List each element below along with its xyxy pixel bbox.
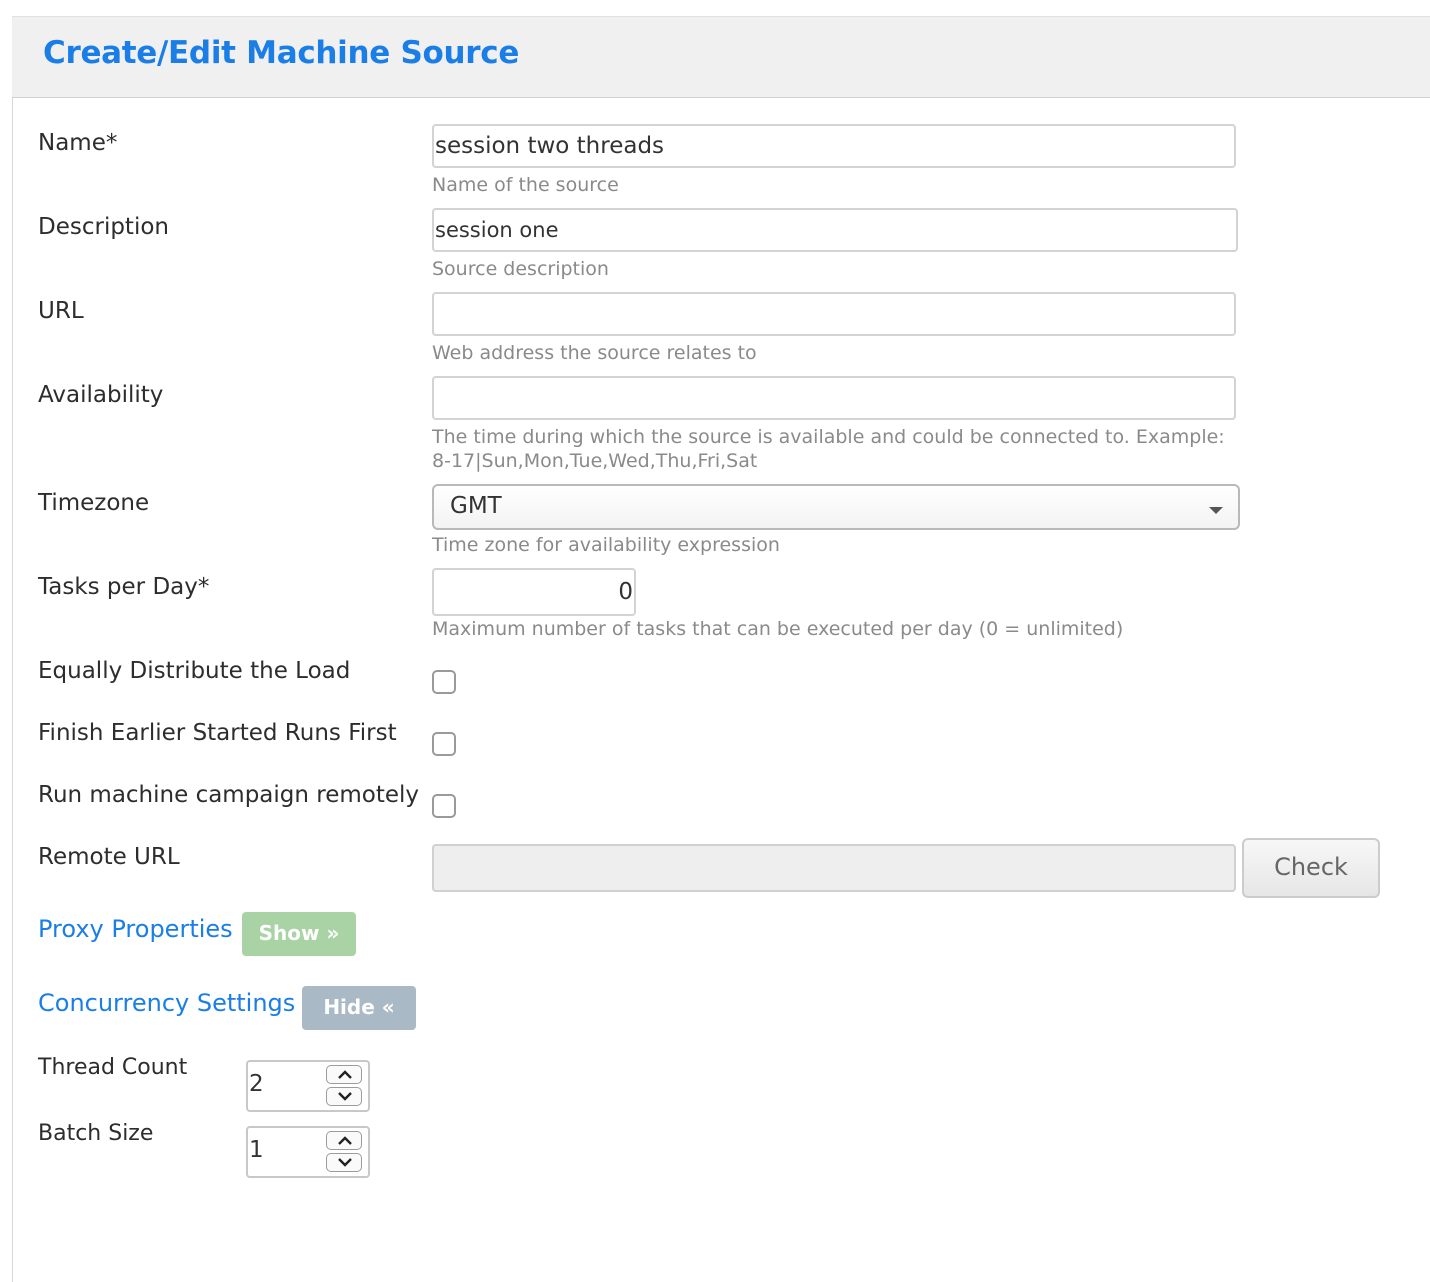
- name-input[interactable]: [432, 124, 1236, 168]
- chevron-down-icon: [1209, 507, 1223, 514]
- remote-url-input[interactable]: [432, 844, 1236, 892]
- proxy-show-button[interactable]: Show »: [242, 912, 356, 956]
- batch-size-label: Batch Size: [38, 1121, 154, 1146]
- concurrency-settings-title[interactable]: Concurrency Settings: [38, 989, 295, 1017]
- availability-input[interactable]: [432, 376, 1236, 420]
- chevron-up-icon: [338, 1070, 352, 1079]
- description-label: Description: [38, 214, 169, 240]
- tasks-per-day-help: Maximum number of tasks that can be exec…: [432, 618, 1124, 640]
- name-label: Name*: [38, 130, 118, 156]
- timezone-help: Time zone for availability expression: [432, 534, 780, 556]
- decrement-button[interactable]: [326, 1087, 362, 1106]
- form-panel: [12, 16, 1430, 1282]
- thread-count-arrows: [326, 1065, 364, 1107]
- finish-earlier-checkbox[interactable]: [432, 732, 456, 756]
- description-help: Source description: [432, 258, 609, 280]
- availability-help-line1: The time during which the source is avai…: [432, 426, 1225, 448]
- run-remotely-checkbox[interactable]: [432, 794, 456, 818]
- header: Create/Edit Machine Source: [12, 16, 1430, 98]
- increment-button[interactable]: [326, 1065, 362, 1084]
- batch-size-arrows: [326, 1131, 364, 1173]
- name-help: Name of the source: [432, 174, 619, 196]
- timezone-label: Timezone: [38, 490, 150, 516]
- tasks-per-day-label: Tasks per Day*: [38, 574, 210, 600]
- chevron-up-icon: [338, 1136, 352, 1145]
- equally-distribute-label: Equally Distribute the Load: [38, 658, 351, 684]
- tasks-per-day-input[interactable]: [432, 568, 636, 616]
- url-help: Web address the source relates to: [432, 342, 757, 364]
- timezone-select[interactable]: GMT: [432, 484, 1240, 530]
- thread-count-label: Thread Count: [38, 1055, 188, 1080]
- thread-count-value: 2: [249, 1071, 264, 1097]
- remote-url-label: Remote URL: [38, 844, 180, 870]
- increment-button[interactable]: [326, 1131, 362, 1150]
- url-input[interactable]: [432, 292, 1236, 336]
- check-button[interactable]: Check: [1242, 838, 1380, 898]
- batch-size-stepper[interactable]: 1: [246, 1126, 370, 1178]
- url-label: URL: [38, 298, 84, 324]
- run-remotely-label: Run machine campaign remotely: [38, 782, 420, 808]
- description-input[interactable]: [432, 208, 1238, 252]
- page-title: Create/Edit Machine Source: [43, 35, 520, 71]
- availability-help-line2: 8-17|Sun,Mon,Tue,Wed,Thu,Fri,Sat: [432, 450, 758, 472]
- finish-earlier-label: Finish Earlier Started Runs First: [38, 720, 397, 746]
- proxy-properties-title[interactable]: Proxy Properties: [38, 915, 233, 943]
- equally-distribute-checkbox[interactable]: [432, 670, 456, 694]
- batch-size-value: 1: [249, 1137, 264, 1163]
- chevron-down-icon: [338, 1092, 352, 1101]
- timezone-selected-value: GMT: [450, 493, 502, 519]
- concurrency-hide-button[interactable]: Hide «: [302, 986, 416, 1030]
- chevron-down-icon: [338, 1158, 352, 1167]
- decrement-button[interactable]: [326, 1153, 362, 1172]
- availability-label: Availability: [38, 382, 164, 408]
- thread-count-stepper[interactable]: 2: [246, 1060, 370, 1112]
